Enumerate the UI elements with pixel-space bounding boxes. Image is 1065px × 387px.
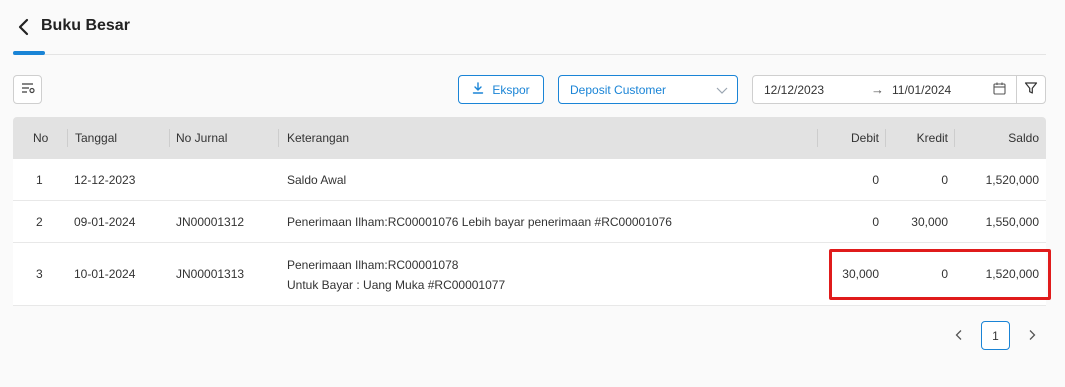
date-start[interactable]: 12/12/2023	[764, 83, 824, 97]
column-header-kredit: Kredit	[916, 131, 948, 145]
account-select[interactable]: Deposit Customer	[558, 75, 738, 104]
column-header-keterangan: Keterangan	[287, 131, 350, 145]
cell-kredit: 0	[941, 267, 948, 281]
column-divider	[954, 129, 955, 147]
cell-kredit: 0	[941, 173, 948, 187]
chevron-down-icon	[716, 84, 728, 98]
date-range-picker[interactable]: 12/12/2023 → 11/01/2024	[752, 75, 1017, 104]
cell-no: 3	[36, 267, 43, 281]
account-select-value: Deposit Customer	[570, 82, 667, 97]
calendar-icon	[993, 82, 1006, 98]
column-header-tanggal: Tanggal	[75, 131, 118, 145]
cell-kredit: 30,000	[911, 215, 948, 229]
cell-debit: 30,000	[842, 267, 879, 281]
cell-keterangan-line-2: Untuk Bayar : Uang Muka #RC00001077	[287, 278, 506, 292]
cell-debit: 0	[872, 173, 879, 187]
table-row: 2 09-01-2024 JN00001312 Penerimaan Ilham…	[13, 201, 1046, 243]
column-divider	[278, 129, 279, 147]
date-end[interactable]: 11/01/2024	[892, 83, 951, 97]
header-divider	[13, 54, 1046, 55]
column-settings-button[interactable]	[13, 75, 42, 104]
page-title: Buku Besar	[41, 17, 130, 34]
column-header-saldo: Saldo	[1008, 131, 1039, 145]
cell-saldo: 1,520,000	[985, 173, 1039, 187]
column-divider	[885, 129, 886, 147]
cell-saldo: 1,520,000	[985, 267, 1039, 281]
back-arrow-icon[interactable]	[14, 17, 34, 37]
cell-no-jurnal: JN00001313	[176, 267, 245, 281]
page-header: Buku Besar	[0, 0, 1065, 56]
chevron-right-icon	[1027, 329, 1037, 344]
pagination-prev-button[interactable]	[949, 323, 969, 349]
cell-tanggal: 10-01-2024	[74, 267, 136, 281]
column-header-no-jurnal: No Jurnal	[176, 131, 228, 145]
export-button[interactable]: Ekspor	[458, 75, 544, 104]
column-header-debit: Debit	[850, 131, 879, 145]
table-header: No Tanggal No Jurnal Keterangan Debit Kr…	[13, 117, 1046, 159]
cell-no-jurnal: JN00001312	[176, 215, 245, 229]
cell-keterangan: Penerimaan Ilham:RC00001076 Lebih bayar …	[287, 215, 672, 229]
column-divider	[169, 129, 170, 147]
filter-button[interactable]	[1016, 75, 1046, 104]
table-row: 3 10-01-2024 JN00001313 Penerimaan Ilham…	[13, 243, 1046, 306]
column-settings-icon	[21, 82, 35, 97]
chevron-left-icon	[954, 329, 964, 344]
cell-keterangan: Saldo Awal	[287, 173, 347, 187]
title-underline	[13, 51, 45, 55]
filter-icon	[1024, 81, 1038, 98]
pagination-next-button[interactable]	[1022, 323, 1042, 349]
pagination-page-current[interactable]: 1	[981, 321, 1010, 350]
download-icon	[472, 82, 484, 97]
cell-no: 1	[36, 173, 43, 187]
cell-no: 2	[36, 215, 43, 229]
table-row: 1 12-12-2023 Saldo Awal 0 0 1,520,000	[13, 159, 1046, 201]
column-divider	[67, 129, 68, 147]
column-divider	[817, 129, 818, 147]
cell-tanggal: 09-01-2024	[74, 215, 136, 229]
export-label: Ekspor	[492, 82, 530, 97]
cell-saldo: 1,550,000	[985, 215, 1039, 229]
cell-tanggal: 12-12-2023	[74, 173, 136, 187]
date-range-arrow: →	[871, 82, 884, 97]
column-header-no: No	[33, 131, 49, 145]
cell-keterangan-line-1: Penerimaan Ilham:RC00001078	[287, 258, 459, 272]
cell-debit: 0	[872, 215, 879, 229]
ledger-table: No Tanggal No Jurnal Keterangan Debit Kr…	[13, 117, 1046, 306]
